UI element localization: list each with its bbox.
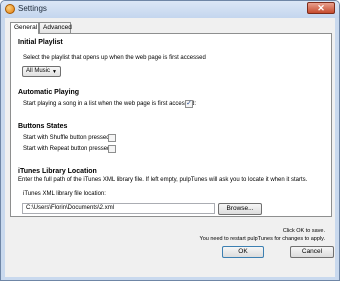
tab-general[interactable]: General xyxy=(10,22,39,34)
chevron-down-icon: ▼ xyxy=(52,69,57,75)
itunes-path-input[interactable]: C:\Users\Florin\Documents\2.xml xyxy=(22,203,215,214)
title-bar[interactable]: Settings ✕ xyxy=(1,1,339,18)
autoplay-checkbox[interactable]: ✓ xyxy=(185,100,193,108)
initial-playlist-title: Initial Playlist xyxy=(18,39,63,46)
repeat-checkbox[interactable] xyxy=(108,145,116,153)
buttons-states-title: Buttons States xyxy=(18,123,68,130)
browse-button[interactable]: Browse... xyxy=(218,203,262,215)
repeat-label: Start with Repeat button pressed: xyxy=(23,146,113,152)
initial-playlist-description: Select the playlist that opens up when t… xyxy=(23,55,206,61)
tab-advanced[interactable]: Advanced xyxy=(39,22,72,33)
shuffle-label: Start with Shuffle button pressed: xyxy=(23,135,112,141)
window-title: Settings xyxy=(18,4,47,13)
ok-button[interactable]: OK xyxy=(222,246,264,258)
autoplay-label: Start playing a song in a list when the … xyxy=(23,101,197,107)
playlist-dropdown[interactable]: All Music ▼ xyxy=(22,66,61,77)
shuffle-checkbox[interactable] xyxy=(108,134,116,142)
close-button[interactable]: ✕ xyxy=(307,2,335,14)
app-icon xyxy=(5,4,15,14)
cancel-button[interactable]: Cancel xyxy=(290,246,334,258)
playlist-selected: All Music xyxy=(26,68,51,74)
itunes-location-title: iTunes Library Location xyxy=(18,168,97,175)
save-hint: Click OK to save. xyxy=(282,228,325,234)
settings-window: Settings ✕ General Advanced Initial Play… xyxy=(0,0,340,281)
client-area: General Advanced Initial Playlist Select… xyxy=(5,18,335,277)
itunes-field-label: iTunes XML library file location: xyxy=(23,191,106,197)
automatic-playing-title: Automatic Playing xyxy=(18,89,80,96)
restart-hint: You need to restart pulpTunes for change… xyxy=(199,236,325,242)
itunes-description: Enter the full path of the iTunes XML li… xyxy=(18,177,308,183)
